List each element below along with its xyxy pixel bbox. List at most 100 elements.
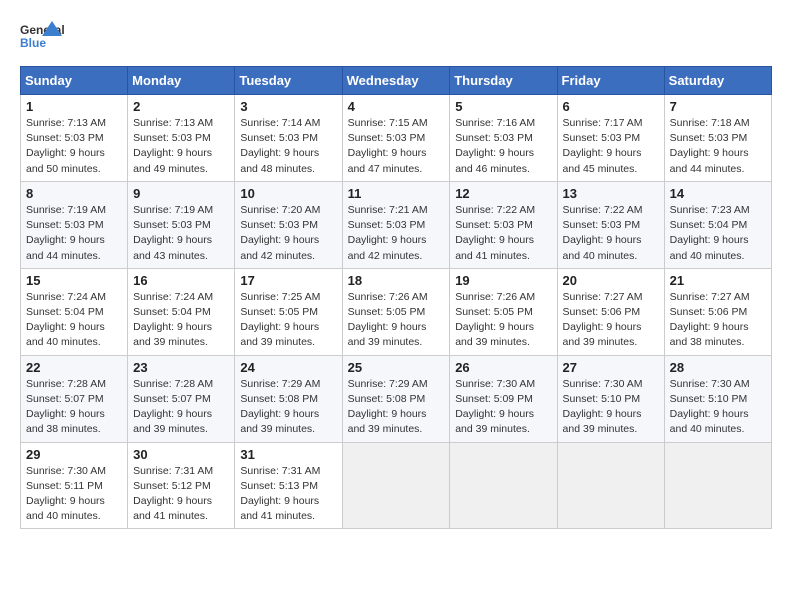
day-info: Sunrise: 7:30 AMSunset: 5:10 PMDaylight:… [563, 378, 643, 436]
calendar-cell: 21 Sunrise: 7:27 AMSunset: 5:06 PMDayligh… [664, 268, 771, 355]
calendar-cell: 4 Sunrise: 7:15 AMSunset: 5:03 PMDaylight… [342, 95, 450, 182]
calendar-cell: 8 Sunrise: 7:19 AMSunset: 5:03 PMDaylight… [21, 181, 128, 268]
calendar-cell: 22Sunrise: 7:28 AMSunset: 5:07 PMDayligh… [21, 355, 128, 442]
calendar-cell: 10 Sunrise: 7:20 AMSunset: 5:03 PMDayligh… [235, 181, 342, 268]
day-number: 14 [670, 186, 766, 201]
day-number: 10 [240, 186, 336, 201]
day-number: 6 [563, 99, 659, 114]
day-info: Sunrise: 7:22 AMSunset: 5:03 PMDaylight:… [455, 204, 535, 262]
calendar-cell: 19Sunrise: 7:26 AMSunset: 5:05 PMDayligh… [450, 268, 557, 355]
logo: General Blue [20, 20, 64, 56]
day-info: Sunrise: 7:26 AMSunset: 5:05 PMDaylight:… [348, 291, 428, 349]
day-number: 4 [348, 99, 445, 114]
calendar-cell: 3 Sunrise: 7:14 AMSunset: 5:03 PMDaylight… [235, 95, 342, 182]
day-number: 24 [240, 360, 336, 375]
calendar-body: 1 Sunrise: 7:13 AMSunset: 5:03 PMDaylight… [21, 95, 772, 529]
calendar-cell: 5 Sunrise: 7:16 AMSunset: 5:03 PMDaylight… [450, 95, 557, 182]
calendar-cell: 24Sunrise: 7:29 AMSunset: 5:08 PMDayligh… [235, 355, 342, 442]
day-info: Sunrise: 7:22 AMSunset: 5:03 PMDaylight:… [563, 204, 643, 262]
calendar-week-row: 15 Sunrise: 7:24 AMSunset: 5:04 PMDayligh… [21, 268, 772, 355]
day-info: Sunrise: 7:30 AMSunset: 5:09 PMDaylight:… [455, 378, 535, 436]
day-number: 3 [240, 99, 336, 114]
day-info: Sunrise: 7:29 AMSunset: 5:08 PMDaylight:… [348, 378, 428, 436]
calendar-cell: 23Sunrise: 7:28 AMSunset: 5:07 PMDayligh… [128, 355, 235, 442]
calendar-cell: 18 Sunrise: 7:26 AMSunset: 5:05 PMDayligh… [342, 268, 450, 355]
day-info: Sunrise: 7:21 AMSunset: 5:03 PMDaylight:… [348, 204, 428, 262]
calendar-cell: 13 Sunrise: 7:22 AMSunset: 5:03 PMDayligh… [557, 181, 664, 268]
day-number: 18 [348, 273, 445, 288]
day-number: 2 [133, 99, 229, 114]
day-number: 5 [455, 99, 551, 114]
logo-icon: General Blue [20, 20, 64, 56]
calendar-cell: 2 Sunrise: 7:13 AMSunset: 5:03 PMDaylight… [128, 95, 235, 182]
calendar-day-header: Sunday [21, 67, 128, 95]
calendar-cell: 17Sunrise: 7:25 AMSunset: 5:05 PMDayligh… [235, 268, 342, 355]
calendar-cell: 11 Sunrise: 7:21 AMSunset: 5:03 PMDayligh… [342, 181, 450, 268]
calendar-week-row: 22Sunrise: 7:28 AMSunset: 5:07 PMDayligh… [21, 355, 772, 442]
day-number: 30 [133, 447, 229, 462]
calendar-header-row: SundayMondayTuesdayWednesdayThursdayFrid… [21, 67, 772, 95]
day-number: 11 [348, 186, 445, 201]
day-number: 27 [563, 360, 659, 375]
day-number: 12 [455, 186, 551, 201]
calendar-cell [557, 442, 664, 529]
day-number: 20 [563, 273, 659, 288]
day-info: Sunrise: 7:19 AMSunset: 5:03 PMDaylight:… [133, 204, 213, 262]
day-info: Sunrise: 7:27 AMSunset: 5:06 PMDaylight:… [670, 291, 750, 349]
svg-text:Blue: Blue [20, 36, 46, 50]
day-info: Sunrise: 7:19 AMSunset: 5:03 PMDaylight:… [26, 204, 106, 262]
calendar-cell: 26 Sunrise: 7:30 AMSunset: 5:09 PMDayligh… [450, 355, 557, 442]
calendar-cell [342, 442, 450, 529]
calendar-cell: 15 Sunrise: 7:24 AMSunset: 5:04 PMDayligh… [21, 268, 128, 355]
day-info: Sunrise: 7:28 AMSunset: 5:07 PMDaylight:… [133, 378, 213, 436]
day-info: Sunrise: 7:30 AMSunset: 5:10 PMDaylight:… [670, 378, 750, 436]
day-info: Sunrise: 7:26 AMSunset: 5:05 PMDaylight:… [455, 291, 535, 349]
day-info: Sunrise: 7:27 AMSunset: 5:06 PMDaylight:… [563, 291, 643, 349]
day-number: 16 [133, 273, 229, 288]
day-info: Sunrise: 7:15 AMSunset: 5:03 PMDaylight:… [348, 117, 428, 175]
calendar-cell: 20 Sunrise: 7:27 AMSunset: 5:06 PMDayligh… [557, 268, 664, 355]
calendar-week-row: 8 Sunrise: 7:19 AMSunset: 5:03 PMDaylight… [21, 181, 772, 268]
calendar-cell [664, 442, 771, 529]
day-info: Sunrise: 7:31 AMSunset: 5:13 PMDaylight:… [240, 465, 320, 523]
day-info: Sunrise: 7:31 AMSunset: 5:12 PMDaylight:… [133, 465, 213, 523]
calendar-day-header: Saturday [664, 67, 771, 95]
calendar-day-header: Tuesday [235, 67, 342, 95]
calendar-cell: 14 Sunrise: 7:23 AMSunset: 5:04 PMDayligh… [664, 181, 771, 268]
day-info: Sunrise: 7:23 AMSunset: 5:04 PMDaylight:… [670, 204, 750, 262]
day-info: Sunrise: 7:14 AMSunset: 5:03 PMDaylight:… [240, 117, 320, 175]
day-info: Sunrise: 7:20 AMSunset: 5:03 PMDaylight:… [240, 204, 320, 262]
calendar-cell: 16 Sunrise: 7:24 AMSunset: 5:04 PMDayligh… [128, 268, 235, 355]
calendar-cell: 27 Sunrise: 7:30 AMSunset: 5:10 PMDayligh… [557, 355, 664, 442]
page-header: General Blue [20, 20, 772, 56]
day-number: 15 [26, 273, 122, 288]
calendar-cell: 29 Sunrise: 7:30 AMSunset: 5:11 PMDayligh… [21, 442, 128, 529]
calendar-cell [450, 442, 557, 529]
day-number: 1 [26, 99, 122, 114]
calendar-cell: 7Sunrise: 7:18 AMSunset: 5:03 PMDaylight… [664, 95, 771, 182]
day-info: Sunrise: 7:13 AMSunset: 5:03 PMDaylight:… [26, 117, 106, 175]
day-number: 28 [670, 360, 766, 375]
calendar-cell: 25 Sunrise: 7:29 AMSunset: 5:08 PMDayligh… [342, 355, 450, 442]
calendar-week-row: 1 Sunrise: 7:13 AMSunset: 5:03 PMDaylight… [21, 95, 772, 182]
day-info: Sunrise: 7:16 AMSunset: 5:03 PMDaylight:… [455, 117, 535, 175]
day-info: Sunrise: 7:24 AMSunset: 5:04 PMDaylight:… [26, 291, 106, 349]
day-number: 8 [26, 186, 122, 201]
calendar-day-header: Thursday [450, 67, 557, 95]
calendar-day-header: Monday [128, 67, 235, 95]
day-info: Sunrise: 7:30 AMSunset: 5:11 PMDaylight:… [26, 465, 106, 523]
day-number: 13 [563, 186, 659, 201]
calendar-cell: 12 Sunrise: 7:22 AMSunset: 5:03 PMDayligh… [450, 181, 557, 268]
day-info: Sunrise: 7:13 AMSunset: 5:03 PMDaylight:… [133, 117, 213, 175]
day-info: Sunrise: 7:17 AMSunset: 5:03 PMDaylight:… [563, 117, 643, 175]
day-info: Sunrise: 7:24 AMSunset: 5:04 PMDaylight:… [133, 291, 213, 349]
calendar-cell: 31Sunrise: 7:31 AMSunset: 5:13 PMDayligh… [235, 442, 342, 529]
calendar-day-header: Wednesday [342, 67, 450, 95]
day-number: 26 [455, 360, 551, 375]
calendar-table: SundayMondayTuesdayWednesdayThursdayFrid… [20, 66, 772, 529]
day-number: 21 [670, 273, 766, 288]
day-number: 17 [240, 273, 336, 288]
calendar-cell: 30 Sunrise: 7:31 AMSunset: 5:12 PMDayligh… [128, 442, 235, 529]
day-number: 29 [26, 447, 122, 462]
day-number: 25 [348, 360, 445, 375]
